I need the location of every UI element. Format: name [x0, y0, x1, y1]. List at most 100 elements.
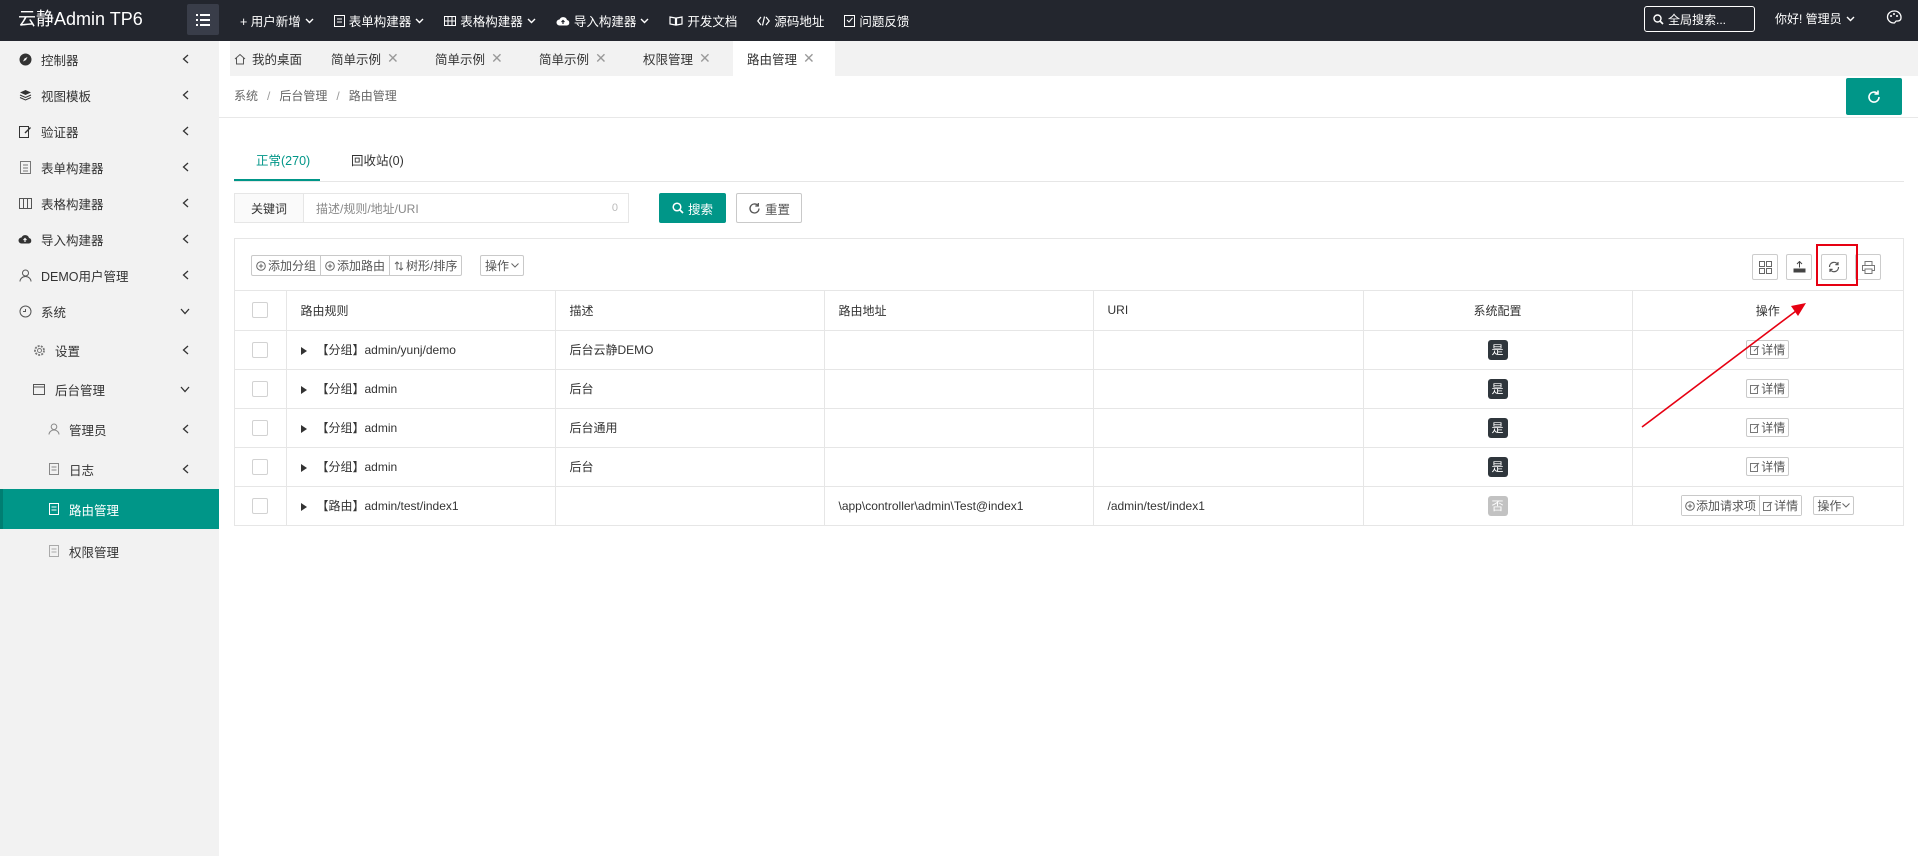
- row-checkbox[interactable]: [252, 341, 269, 358]
- sidebar-item-system[interactable]: 系统: [0, 293, 219, 329]
- tab-route-manage[interactable]: 路由管理 ✕: [733, 41, 835, 76]
- nav-form-builder[interactable]: 表单构建器: [324, 0, 435, 41]
- sidebar-item-route-manage[interactable]: 路由管理: [0, 489, 219, 529]
- add-request-button[interactable]: 添加请求项: [1682, 496, 1761, 515]
- tab-recycle-bin[interactable]: 回收站(0): [351, 145, 404, 181]
- search-button[interactable]: 搜索: [659, 193, 726, 223]
- add-request-label: 添加请求项: [1696, 499, 1757, 513]
- nav-user-add[interactable]: + 用户新增: [230, 0, 324, 41]
- nav-source-code[interactable]: 源码地址: [747, 0, 834, 41]
- desc-cell: 后台: [555, 447, 825, 487]
- sidebar-item-settings[interactable]: 设置: [0, 332, 219, 368]
- sidebar-item-admin-manage[interactable]: 后台管理: [0, 371, 219, 407]
- tree-sort-button[interactable]: 树形/排序: [390, 256, 461, 275]
- row-checkbox[interactable]: [252, 458, 269, 475]
- expand-icon[interactable]: [300, 385, 307, 394]
- add-group-button[interactable]: 添加分组: [252, 256, 322, 275]
- add-route-button[interactable]: 添加路由: [321, 256, 391, 275]
- row-checkbox[interactable]: [252, 380, 269, 397]
- sidebar-item-controller[interactable]: 控制器: [0, 41, 219, 77]
- breadcrumb-item[interactable]: 系统: [234, 89, 258, 103]
- sidebar-item-demo-users[interactable]: DEMO用户管理: [0, 257, 219, 293]
- chevron-down-icon: [640, 18, 649, 23]
- close-icon[interactable]: ✕: [491, 50, 503, 67]
- desc-cell: 后台: [555, 369, 825, 409]
- columns-filter-button[interactable]: [1752, 254, 1778, 280]
- expand-icon[interactable]: [300, 502, 307, 511]
- sidebar-item-view-templates[interactable]: 视图模板: [0, 77, 219, 113]
- detail-button[interactable]: 详情: [1760, 496, 1802, 515]
- row-ops-dropdown[interactable]: 操作: [1813, 496, 1855, 515]
- tab-simple-example-2[interactable]: 简单示例 ✕: [435, 41, 503, 76]
- chevron-left-icon: [180, 54, 190, 64]
- tab-simple-example-1[interactable]: 简单示例 ✕: [331, 41, 399, 76]
- table-row: 【路由】admin/test/index1 \app\controller\ad…: [235, 486, 1903, 526]
- system-config-badge: 是: [1487, 456, 1508, 477]
- toolbar-ops-dropdown[interactable]: 操作: [480, 255, 525, 276]
- nav-dev-docs[interactable]: 开发文档: [659, 0, 747, 41]
- tab-desktop[interactable]: 我的桌面: [234, 41, 302, 76]
- page-refresh-button[interactable]: [1846, 78, 1902, 115]
- row-checkbox[interactable]: [252, 497, 269, 514]
- nav-import-builder[interactable]: 导入构建器: [546, 0, 660, 41]
- sidebar-item-import-builder[interactable]: 导入构建器: [0, 221, 219, 257]
- detail-button[interactable]: 详情: [1746, 418, 1790, 437]
- system-icon: [18, 304, 32, 318]
- row-select-cell: [235, 486, 287, 526]
- expand-icon[interactable]: [300, 424, 307, 433]
- ops-cell: 详情: [1632, 330, 1903, 370]
- keyword-input[interactable]: 描述/规则/地址/URI 0: [303, 193, 629, 223]
- refresh-icon: [749, 202, 760, 214]
- tab-normal[interactable]: 正常(270): [234, 145, 320, 181]
- global-search-button[interactable]: 全局搜索...: [1644, 6, 1755, 32]
- sidebar-item-label: 系统: [41, 305, 67, 320]
- top-header: 云静Admin TP6 + 用户新增 表单构建器 表格构建器 导入构建器 开发文…: [0, 0, 1918, 41]
- close-icon[interactable]: ✕: [595, 50, 607, 67]
- app-brand: 云静Admin TP6: [18, 9, 143, 29]
- table-row: 【分组】admin 后台 是 详情: [235, 447, 1903, 487]
- sidebar-item-admins[interactable]: 管理员: [0, 411, 219, 447]
- tab-label: 简单示例: [435, 53, 486, 67]
- chevron-left-icon: [180, 424, 190, 434]
- close-icon[interactable]: ✕: [699, 50, 711, 67]
- menu-toggle-button[interactable]: [187, 4, 219, 35]
- sidebar-item-table-builder[interactable]: 表格构建器: [0, 185, 219, 221]
- chevron-down-icon: [415, 18, 424, 23]
- sidebar-item-validator[interactable]: 验证器: [0, 113, 219, 149]
- export-button[interactable]: [1786, 254, 1812, 280]
- sidebar-item-label: DEMO用户管理: [41, 269, 129, 284]
- palette-icon[interactable]: [1886, 10, 1902, 27]
- column-header: 描述: [555, 291, 825, 331]
- tab-permission-manage[interactable]: 权限管理 ✕: [643, 41, 711, 76]
- reset-button[interactable]: 重置: [736, 193, 802, 223]
- sidebar-item-form-builder[interactable]: 表单构建器: [0, 149, 219, 185]
- row-checkbox[interactable]: [252, 419, 269, 436]
- nav-table-builder[interactable]: 表格构建器: [434, 0, 546, 41]
- expand-icon[interactable]: [300, 346, 307, 355]
- detail-button[interactable]: 详情: [1746, 457, 1790, 476]
- book-icon: [669, 15, 683, 26]
- nav-label: 表单构建器: [348, 15, 412, 29]
- form-icon: [333, 14, 345, 27]
- detail-button[interactable]: 详情: [1746, 379, 1790, 398]
- print-button[interactable]: [1855, 254, 1881, 280]
- addr-cell: [824, 408, 1094, 448]
- breadcrumb-item[interactable]: 后台管理: [279, 89, 327, 103]
- sidebar-item-label: 导入构建器: [41, 233, 104, 248]
- user-greeting: 你好! 管理员: [1775, 12, 1842, 26]
- select-all-checkbox[interactable]: [252, 302, 269, 319]
- sidebar-item-logs[interactable]: 日志: [0, 451, 219, 487]
- tab-simple-example-3[interactable]: 简单示例 ✕: [539, 41, 607, 76]
- uri-cell: [1093, 408, 1364, 448]
- expand-icon[interactable]: [300, 463, 307, 472]
- chevron-down-icon: [1846, 16, 1855, 21]
- nav-feedback[interactable]: 问题反馈: [834, 0, 919, 41]
- user-icon: [47, 422, 61, 436]
- sidebar-item-permission-manage[interactable]: 权限管理: [0, 531, 219, 571]
- detail-button[interactable]: 详情: [1746, 340, 1790, 359]
- row-button-group: 添加请求项 详情: [1681, 495, 1803, 516]
- user-menu[interactable]: 你好! 管理员: [1775, 0, 1855, 37]
- close-icon[interactable]: ✕: [387, 50, 399, 67]
- close-icon[interactable]: ✕: [803, 50, 815, 67]
- column-header: 操作: [1632, 291, 1903, 331]
